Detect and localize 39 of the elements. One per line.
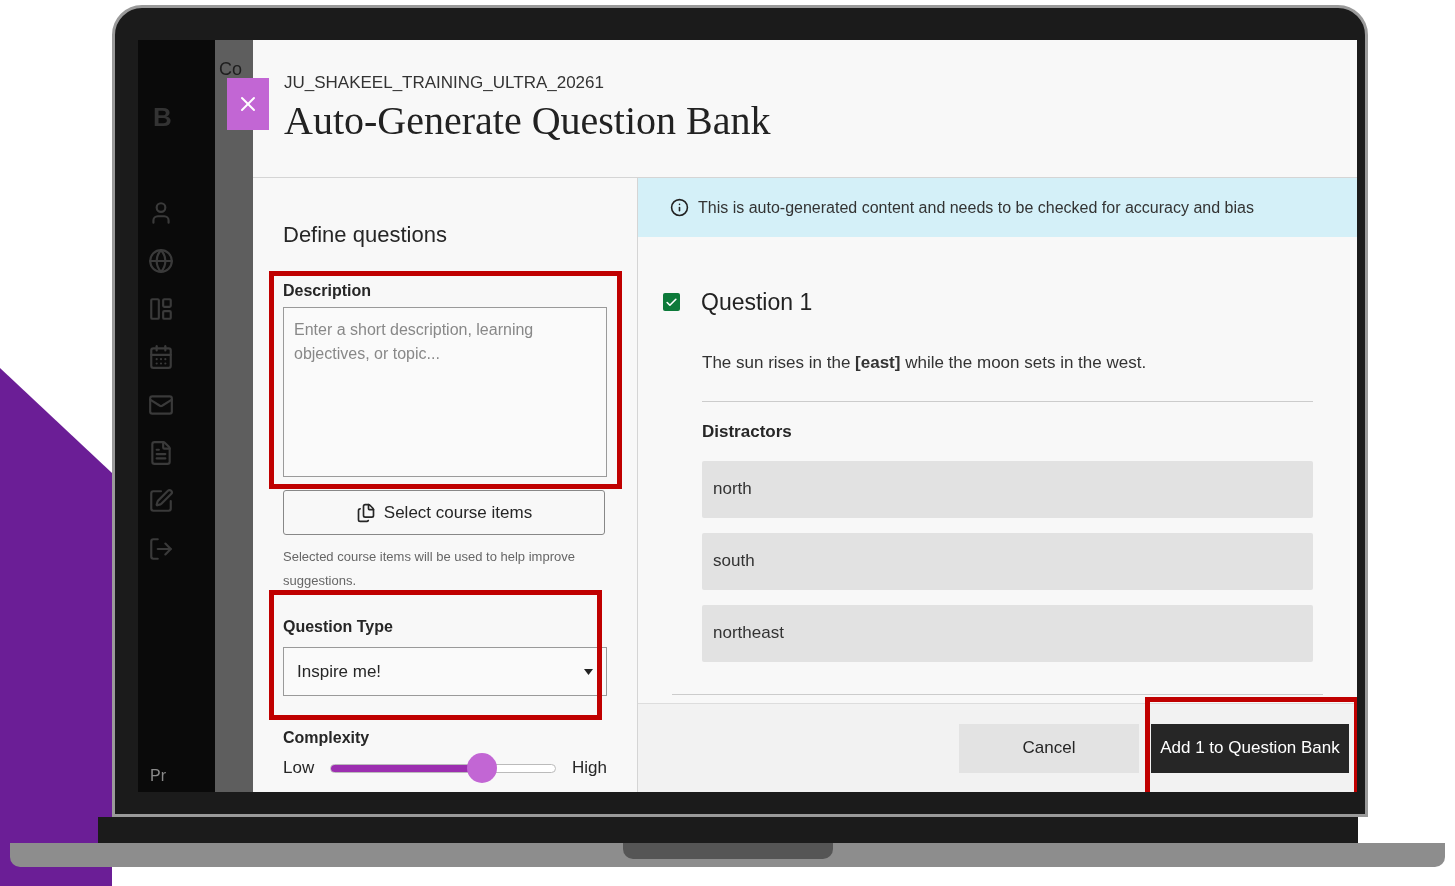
field-label: Question Type xyxy=(283,617,394,637)
document-icon xyxy=(148,440,174,466)
description-field[interactable]: Enter a short description, learning objectives, or topic... xyxy=(283,307,607,477)
background-text: Pr xyxy=(150,766,166,786)
add-to-question-bank-button[interactable]: Add 1 to Question Bank xyxy=(1151,723,1349,773)
course-name: JU_SHAKEEL_TRAINING_ULTRA_20261 xyxy=(284,72,605,94)
field-label: Complexity xyxy=(283,728,370,748)
question-text: The sun rises in the [east] while the moon sets in the west. xyxy=(702,351,1148,374)
info-icon xyxy=(670,198,689,217)
edit-icon xyxy=(148,488,174,514)
panel-icon xyxy=(148,296,174,322)
distractor-field[interactable]: south xyxy=(702,532,1313,590)
question-checkbox[interactable] xyxy=(663,293,680,312)
modal-title: Auto-Generate Question Bank xyxy=(284,96,772,145)
select-course-items-button[interactable]: Select course items xyxy=(283,490,605,535)
close-button[interactable] xyxy=(227,78,269,130)
logout-icon xyxy=(148,536,174,562)
distractors-label: Distractors xyxy=(702,421,793,443)
slider-max-label: High xyxy=(572,757,607,780)
question-type-dropdown[interactable]: Inspire me! xyxy=(283,647,607,696)
distractor-field[interactable]: northeast xyxy=(702,604,1313,662)
calendar-icon xyxy=(148,344,174,370)
check-icon xyxy=(665,295,678,309)
section-heading: Define questions xyxy=(283,221,448,249)
slider-thumb[interactable] xyxy=(466,753,497,783)
documents-icon xyxy=(355,502,376,523)
cancel-button[interactable]: Cancel xyxy=(959,723,1139,773)
background-text: Co xyxy=(219,58,242,81)
complexity-slider[interactable] xyxy=(330,752,557,784)
mail-icon xyxy=(148,392,174,418)
slider-min-label: Low xyxy=(283,757,315,780)
dropdown-value: Inspire me! xyxy=(297,660,382,683)
question-title: Question 1 xyxy=(701,288,813,317)
caret-icon xyxy=(584,668,593,675)
notice-text: This is auto-generated content and needs to be checked for accuracy and bias xyxy=(698,197,1254,218)
distractor-field[interactable]: north xyxy=(702,460,1313,518)
helper-text: Selected course items will be used to help improve suggestions. xyxy=(283,548,576,590)
field-label: Description xyxy=(283,281,372,301)
globe-icon xyxy=(148,248,174,274)
